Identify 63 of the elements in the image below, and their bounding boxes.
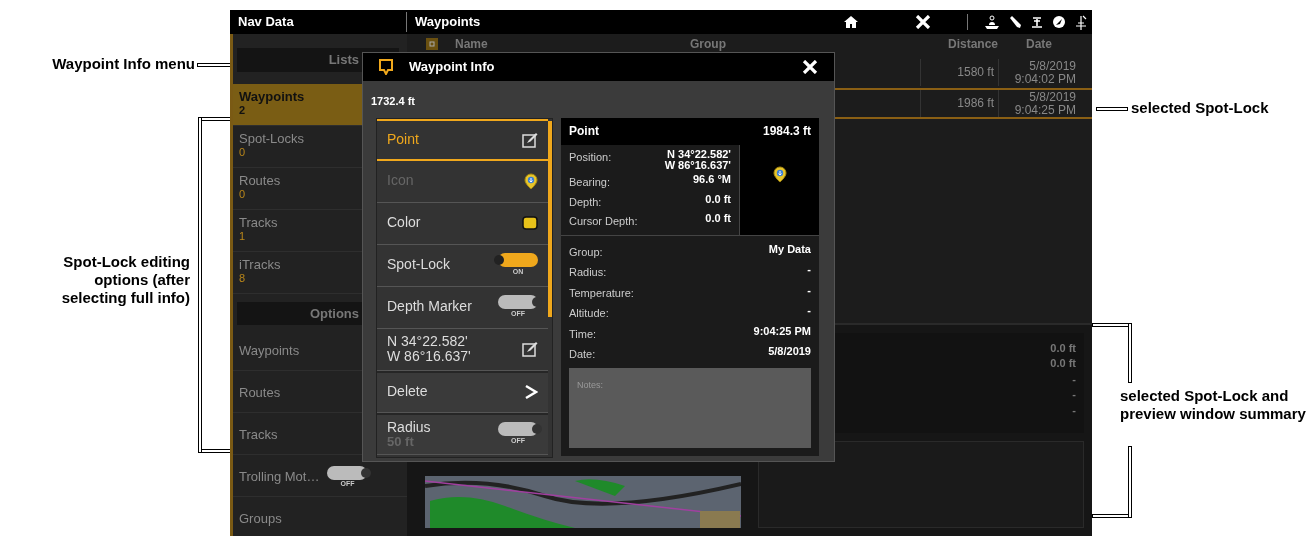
callout-label: selected Spot-Lock and preview window summary — [1120, 387, 1307, 423]
dialog-title: Waypoint Info — [409, 58, 496, 77]
summary-value: - — [1072, 402, 1076, 418]
panel-title: Point — [569, 123, 599, 140]
info-value: - — [806, 264, 811, 277]
info-label: Radius: — [569, 265, 608, 280]
info-value: 0.0 ft — [704, 213, 731, 225]
option-label: Delete — [387, 384, 428, 400]
distance-label: 1732.4 ft — [370, 94, 417, 109]
table-cell: 5/8/2019 — [1029, 90, 1076, 104]
top-bar-title: Waypoints — [406, 12, 843, 32]
column-header: Date — [1025, 36, 1053, 53]
info-label: Cursor Depth: — [569, 214, 638, 230]
info-label: Bearing: — [569, 175, 611, 191]
info-value: My Data — [767, 243, 811, 257]
info-label: Time: — [569, 326, 598, 342]
item-count: 0 — [239, 188, 247, 202]
info-value: 96.6 °M — [691, 174, 731, 186]
table-cell: 9:04:02 PM — [1014, 72, 1076, 86]
item-count: 8 — [239, 272, 247, 286]
sidebar-item-label: iTracks — [239, 257, 281, 273]
option-label: N 34°22.582' W 86°16.637' — [387, 333, 471, 365]
summary-value: - — [1072, 371, 1076, 387]
summary-value: 0.0 ft — [1050, 341, 1076, 356]
column-header: Distance — [946, 36, 998, 53]
table-cell: 5/8/2019 — [1029, 59, 1076, 73]
table-cell: 9:04:25 PM — [1014, 103, 1076, 117]
sidebar-item-label: Spot-Locks — [239, 131, 305, 147]
info-label: Date: — [569, 347, 597, 362]
item-count: 1 — [239, 230, 247, 244]
callout-label: selected Spot-Lock — [1131, 99, 1270, 117]
info-label: Altitude: — [569, 306, 610, 321]
sidebar-item-label: Routes — [239, 173, 281, 189]
item-count: 0 — [239, 146, 247, 160]
table-cell: 1580 ft — [957, 66, 994, 79]
callout-label: Spot-Lock editing options (after selecting full info) — [60, 253, 190, 307]
summary-value: - — [1072, 387, 1076, 403]
top-bar-title: Nav Data — [237, 13, 295, 32]
info-label: Group: — [569, 244, 604, 260]
option-label: Point — [387, 131, 419, 148]
column-header: Name — [455, 36, 489, 53]
column-header: Group — [690, 36, 727, 53]
option-label: Radius — [387, 419, 431, 436]
info-value: 9:04:25 PM — [752, 325, 811, 339]
panel-value: 1984.3 ft — [762, 123, 811, 140]
info-value: - — [806, 305, 811, 318]
info-label: Position: — [569, 149, 613, 165]
info-value: - — [806, 284, 811, 298]
info-label: Depth: — [569, 194, 603, 210]
item-count: 2 — [239, 104, 247, 118]
option-label: Spot-Lock — [387, 257, 451, 273]
callout-label: Waypoint Info menu — [51, 55, 195, 73]
notes-label: Notes: — [577, 379, 603, 390]
option-label: Color — [387, 215, 421, 231]
summary-value: 0.0 ft — [1050, 356, 1076, 372]
sidebar-item: Trolling Mot… — [239, 470, 320, 485]
table-cell: 1986 ft — [957, 97, 994, 110]
sidebar-item-label: Tracks — [239, 215, 278, 231]
info-value: 5/8/2019 — [767, 346, 811, 359]
info-value: N 34°22.582' W 86°16.637' — [663, 148, 731, 172]
sidebar-item-label: Waypoints — [239, 89, 305, 105]
info-value: 0.0 ft — [704, 193, 731, 206]
info-label: Temperature: — [569, 285, 634, 301]
